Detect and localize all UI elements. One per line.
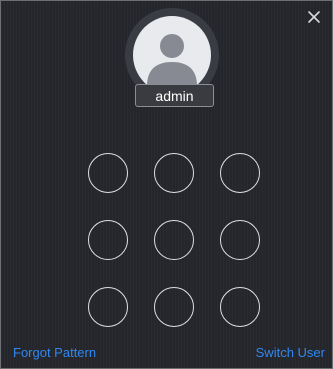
pattern-dot-8[interactable] [154, 287, 194, 327]
pattern-dot-9[interactable] [220, 287, 260, 327]
pattern-dot-2[interactable] [154, 153, 194, 193]
pattern-unlock-dialog: admin Forgot Pattern Switch User [0, 0, 333, 369]
pattern-dot-6[interactable] [220, 220, 260, 260]
pattern-dot-5[interactable] [154, 220, 194, 260]
pattern-dot-1[interactable] [88, 153, 128, 193]
switch-user-link[interactable]: Switch User [256, 345, 325, 360]
user-avatar-icon [133, 16, 211, 94]
close-icon[interactable] [304, 7, 324, 27]
pattern-dot-7[interactable] [88, 287, 128, 327]
pattern-dot-4[interactable] [88, 220, 128, 260]
username-label[interactable]: admin [135, 84, 214, 107]
forgot-pattern-link[interactable]: Forgot Pattern [13, 345, 96, 360]
pattern-dot-3[interactable] [220, 153, 260, 193]
